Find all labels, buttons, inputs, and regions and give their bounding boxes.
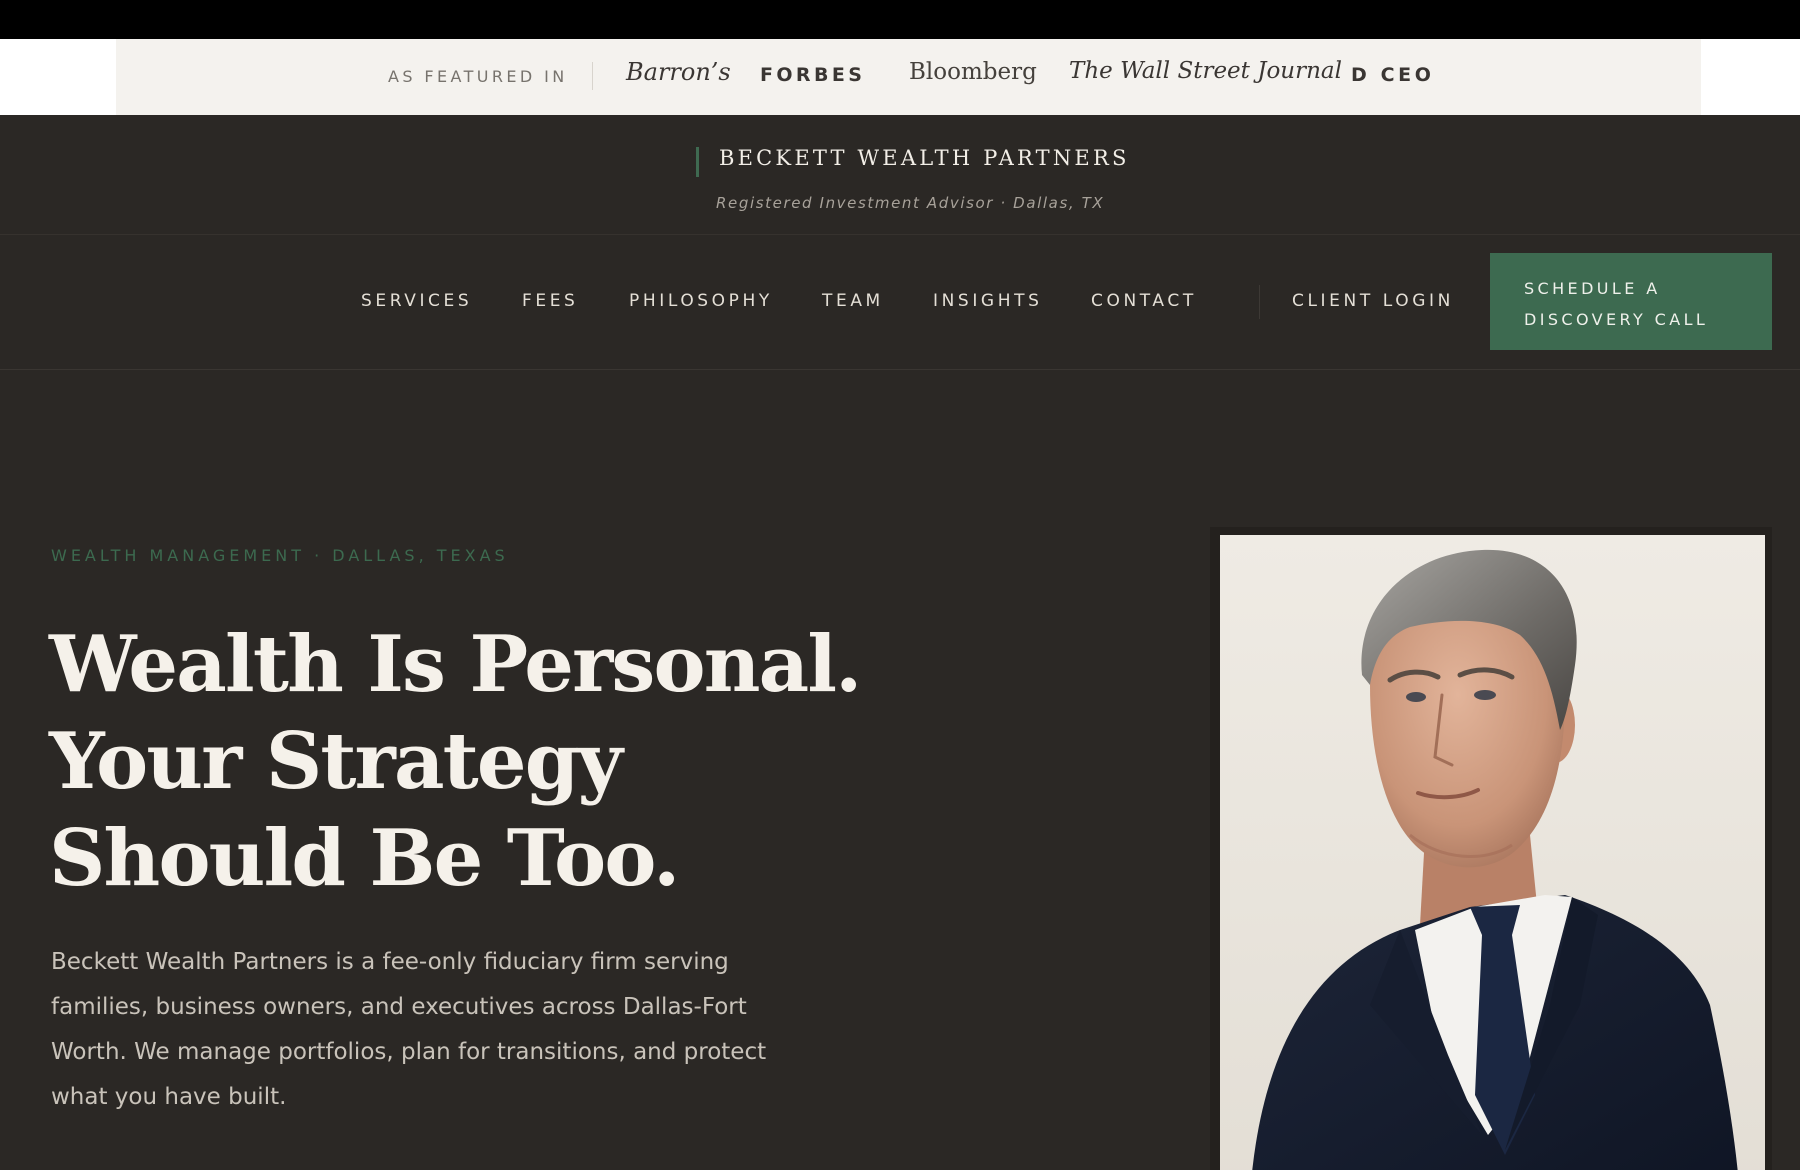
hero-headline: Wealth Is Personal. Your Strategy Should… (49, 616, 949, 907)
nav-item-fees[interactable]: FEES (522, 291, 578, 311)
logo-bloomberg: Bloomberg (909, 59, 1037, 85)
client-login-link[interactable]: CLIENT LOGIN (1292, 291, 1454, 311)
advisor-portrait (1220, 535, 1765, 1170)
schedule-discovery-call-button[interactable]: SCHEDULE A DISCOVERY CALL (1490, 253, 1772, 350)
featured-divider (592, 62, 593, 90)
featured-in-label: AS FEATURED IN (388, 67, 568, 86)
featured-in-bar: AS FEATURED IN Barron’s FORBES Bloomberg… (0, 39, 1800, 115)
featured-in-strip: AS FEATURED IN Barron’s FORBES Bloomberg… (116, 39, 1701, 115)
hero-section: WEALTH MANAGEMENT · DALLAS, TEXAS Wealth… (0, 371, 1800, 1170)
browser-top-bar (0, 0, 1800, 39)
hero-description: Beckett Wealth Partners is a fee-only fi… (51, 949, 767, 1110)
brand-header: BECKETT WEALTH PARTNERS Registered Inves… (0, 115, 1800, 235)
headline-line-2: Your Strategy (49, 716, 623, 807)
brand-subtitle: Registered Investment Advisor · Dallas, … (716, 194, 1105, 212)
headline-line-1: Wealth Is Personal. (49, 619, 862, 710)
nav-item-philosophy[interactable]: PHILOSOPHY (629, 291, 773, 311)
advisor-portrait-illustration (1220, 535, 1765, 1170)
hero-eyebrow: WEALTH MANAGEMENT · DALLAS, TEXAS (51, 546, 509, 565)
logo-d-ceo: D CEO (1351, 64, 1435, 86)
brand-name[interactable]: BECKETT WEALTH PARTNERS (719, 146, 1130, 170)
logo-forbes: FORBES (760, 64, 866, 86)
nav-item-contact[interactable]: CONTACT (1091, 291, 1197, 311)
nav-item-insights[interactable]: INSIGHTS (933, 291, 1042, 311)
brand-accent-bar (696, 147, 699, 177)
logo-barrons: Barron’s (626, 58, 731, 86)
logo-wall-street-journal: The Wall Street Journal (1069, 58, 1342, 84)
cta-line-2: DISCOVERY CALL (1524, 310, 1709, 329)
headline-line-3: Should Be Too. (49, 813, 680, 904)
main-nav: SERVICES FEES PHILOSOPHY TEAM INSIGHTS C… (0, 235, 1800, 370)
nav-divider (1259, 285, 1260, 319)
nav-item-services[interactable]: SERVICES (361, 291, 472, 311)
nav-item-team[interactable]: TEAM (822, 291, 884, 311)
cta-line-1: SCHEDULE A (1524, 279, 1661, 298)
